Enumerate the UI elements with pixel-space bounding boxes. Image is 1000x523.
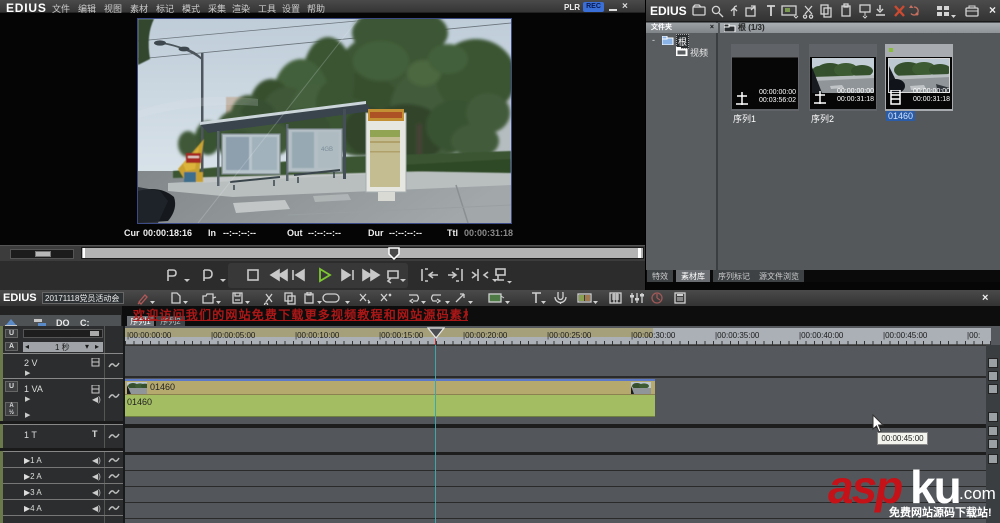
svg-text:4GB: 4GB bbox=[321, 147, 333, 153]
